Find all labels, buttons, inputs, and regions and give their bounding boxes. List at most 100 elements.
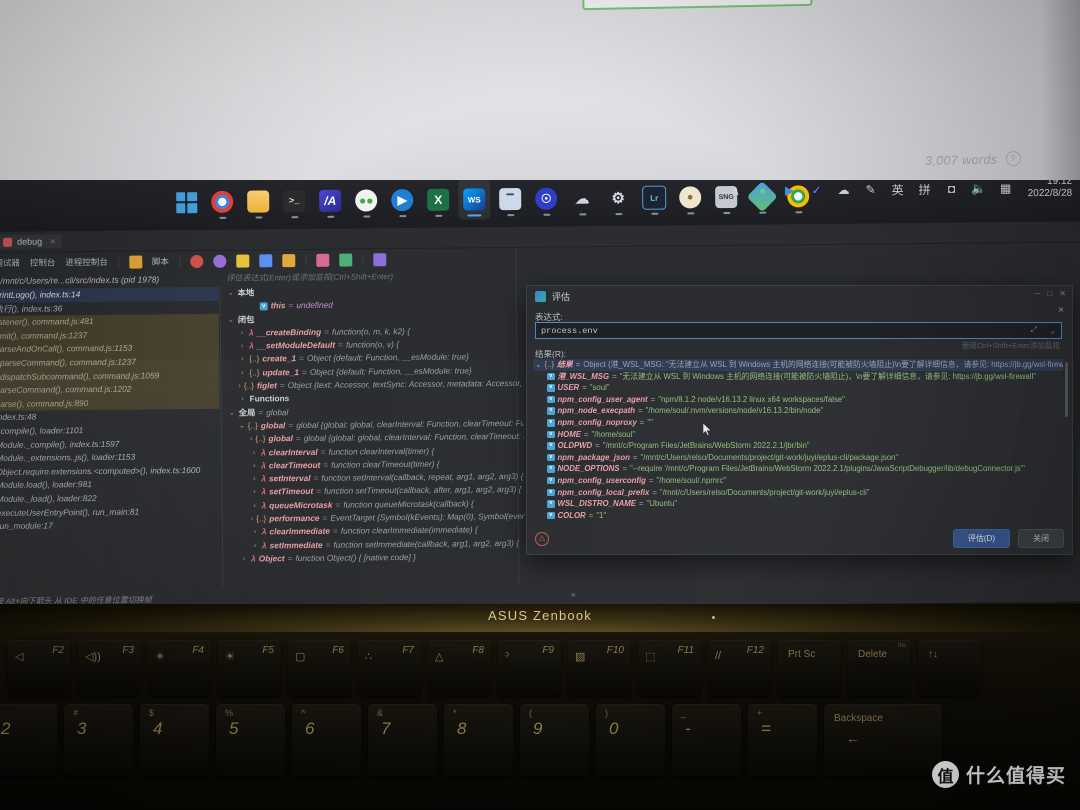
result-root-row[interactable]: ⌄ {..} 结果 = Object {港_WSL_MSG: "无法建立从 WSL 到 … [533, 359, 1063, 371]
key-f7[interactable]: F7 ∴ [358, 640, 421, 696]
result-entry-row[interactable]: v OLDPWD = "/mnt/c/Program Files/JetBrains/… [533, 440, 1063, 452]
toolbar-tab-debugger[interactable]: 调试器 [0, 257, 20, 269]
toolbar-tab-scripts[interactable]: 脚本 [152, 255, 169, 267]
stop-icon[interactable] [189, 254, 203, 268]
expand-arrow-icon[interactable]: ⌄ [227, 287, 235, 300]
key-prt-sc[interactable]: Prt Sc [778, 640, 841, 696]
key-7[interactable]: & 7 [368, 704, 437, 776]
evaluate-expression-icon[interactable] [315, 253, 329, 267]
key-f5[interactable]: F5 ☀ [218, 640, 281, 696]
taskbar-item-webstorm[interactable]: WS [458, 180, 491, 220]
key-backspace[interactable]: Backspace ← [824, 704, 942, 776]
expand-arrow-icon[interactable]: › [238, 353, 246, 366]
wechat-tray-icon[interactable]: ● [754, 182, 772, 200]
expand-arrow-icon[interactable]: ⌄ [228, 406, 236, 419]
key-f9[interactable]: F9 ᵓ [498, 640, 561, 696]
expand-arrow-icon[interactable]: › [251, 526, 259, 539]
expand-arrow-icon[interactable]: › [250, 459, 258, 472]
evaluate-button[interactable]: 评估(D) [952, 529, 1010, 548]
history-dropdown-icon[interactable]: ⌄ [1050, 326, 1055, 336]
key-5[interactable]: % 5 [216, 704, 285, 776]
expand-arrow-icon[interactable]: › [251, 513, 253, 526]
key-0[interactable]: ) 0 [596, 704, 665, 776]
expand-arrow-icon[interactable]: ⌄ [535, 359, 542, 371]
key-=[interactable]: + = [748, 704, 817, 776]
expand-arrow-icon[interactable]: ⌄ [239, 420, 245, 433]
result-tree[interactable]: ⌄ {..} 结果 = Object {港_WSL_MSG: "无法建立从 WSL 到 … [533, 359, 1063, 519]
expand-arrow-icon[interactable]: › [240, 552, 248, 565]
expand-icon[interactable]: ⤢ [1031, 326, 1037, 335]
result-entry-row[interactable]: v HOME = "/home/soul" [533, 429, 1063, 441]
battery-icon[interactable]: ▦ [997, 180, 1015, 197]
expand-arrow-icon[interactable]: › [239, 393, 247, 406]
layout-icon[interactable] [372, 252, 386, 266]
step-out-icon[interactable] [281, 253, 295, 267]
pen-tray-icon[interactable]: ✎ [862, 181, 880, 199]
expand-arrow-icon[interactable]: › [250, 433, 252, 446]
expand-arrow-icon[interactable]: › [251, 499, 259, 512]
step-over-icon[interactable] [235, 254, 249, 268]
expand-arrow-icon[interactable]: › [238, 380, 240, 393]
result-entry-row[interactable]: v npm_config_noproxy = "" [533, 417, 1063, 429]
expand-arrow-icon[interactable]: ⌄ [227, 313, 235, 326]
taskbar-item-wechat[interactable]: ●● [350, 180, 382, 220]
taskbar-item-edge[interactable]: ▶ [386, 180, 418, 220]
toolbar-tab-console[interactable]: 控制台 [30, 256, 56, 268]
result-entry-row[interactable]: v npm_config_user_agent = "npm/8.1.2 node/v… [533, 394, 1063, 406]
taskbar-item-maps[interactable]: ☉ [530, 180, 562, 219]
frames-list[interactable]: printLogo(), index.ts:14 执行(), index.ts:3… [0, 286, 222, 549]
app-tray-icon[interactable]: ▶ [781, 181, 799, 199]
expand-arrow-icon[interactable]: › [238, 340, 246, 353]
close-icon[interactable]: × [50, 236, 55, 246]
start-button[interactable] [170, 182, 202, 222]
frame-item[interactable]: Object.require.extensions.<computed>(), … [0, 464, 220, 480]
result-entry-row[interactable]: v npm_node_execpath = "/home/soul/.nvm/vers… [533, 405, 1063, 417]
result-entry-row[interactable]: v WSL_DISTRO_NAME = "Ubuntu" [533, 498, 1063, 510]
taskbar-item-file-explorer[interactable] [242, 181, 274, 221]
result-entry-row[interactable]: v 港_WSL_MSG = "无法建立从 WSL 到 Windows 主机的网络连接(… [533, 371, 1063, 383]
result-entry-row[interactable]: v npm_package_json = "/mnt/c/Users/relso/Do… [533, 452, 1063, 464]
cloud-tray-icon[interactable]: ☁ [835, 181, 853, 199]
ime-pinyin-icon[interactable]: 拼 [916, 180, 934, 198]
result-entry-row[interactable]: v npm_config_userconfig = "/home/soul/.npmr… [533, 475, 1063, 487]
key-f2[interactable]: F2 ◁ [8, 640, 71, 696]
expand-arrow-icon[interactable]: › [250, 446, 258, 459]
maximize-icon[interactable]: □ [1047, 289, 1052, 298]
close-button[interactable]: 关闭 [1018, 529, 1064, 548]
mute-breakpoints-icon[interactable] [212, 254, 226, 268]
expand-arrow-icon[interactable]: › [250, 473, 258, 486]
expand-arrow-icon[interactable]: › [250, 486, 258, 499]
expression-input[interactable]: process.env ⤢ ⌄ [535, 322, 1062, 339]
result-entry-row[interactable]: v npm_config_local_prefix = "/mnt/c/Users/r… [533, 487, 1063, 499]
key-↑↓[interactable]: ↑↓ [918, 640, 981, 696]
volume-icon[interactable]: 🔈 [970, 180, 988, 198]
key-f12[interactable]: F12 // [708, 640, 771, 696]
key-f6[interactable]: F6 ▢ [288, 640, 351, 696]
window-close-icon[interactable]: ✕ [1059, 289, 1066, 298]
key-4[interactable]: $4 [140, 704, 209, 776]
ime-english-icon[interactable]: 英 [889, 180, 907, 198]
key-f4[interactable]: F4 ☀ [148, 640, 211, 696]
result-entry-row[interactable]: v NODE_OPTIONS = "--require '/mnt/c/Program… [533, 463, 1063, 475]
result-entry-row[interactable]: v COLOR = "1" [533, 510, 1063, 519]
expand-arrow-icon[interactable]: › [238, 326, 246, 339]
script-icon[interactable] [128, 255, 142, 269]
taskbar-item-chrome[interactable] [206, 182, 238, 222]
expand-arrow-icon[interactable]: › [251, 539, 259, 552]
wifi-icon[interactable]: ◘ [943, 180, 961, 198]
settings-icon[interactable] [338, 253, 352, 267]
expand-arrow-icon[interactable]: › [238, 366, 246, 379]
result-entry-row[interactable]: v USER = "soul" [533, 382, 1063, 394]
key--[interactable]: _ - [672, 704, 741, 776]
step-into-icon[interactable] [258, 253, 272, 267]
key-f10[interactable]: F10 ▧ [568, 640, 631, 696]
chevron-up-icon[interactable]: ∧ [727, 182, 745, 200]
key-9[interactable]: (9 [520, 704, 589, 776]
frame-item[interactable]: run_module:17 [0, 518, 221, 534]
toolbar-tab-process-console[interactable]: 进程控制台 [65, 256, 108, 268]
taskbar-item-lightroom[interactable]: Lr [638, 180, 670, 218]
key-f11[interactable]: F11 ⬚ [638, 640, 701, 696]
key-2[interactable]: 2 [0, 704, 57, 776]
taskbar-item-terminal[interactable]: >_ [278, 181, 310, 221]
key-f3[interactable]: F3 ◁)) [78, 640, 141, 696]
